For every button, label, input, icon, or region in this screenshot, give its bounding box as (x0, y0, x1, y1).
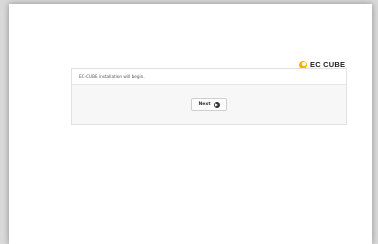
panel-footer: Next ▶ (72, 85, 346, 124)
install-message: EC-CUBE installation will begin. (72, 69, 346, 85)
next-button[interactable]: Next ▶ (191, 98, 227, 111)
next-button-label: Next (198, 102, 211, 107)
install-panel: EC-CUBE installation will begin. Next ▶ (71, 68, 347, 125)
chevron-right-circle-icon: ▶ (213, 101, 220, 108)
installer-window: EC CUBE EC-CUBE installation will begin.… (9, 4, 372, 244)
